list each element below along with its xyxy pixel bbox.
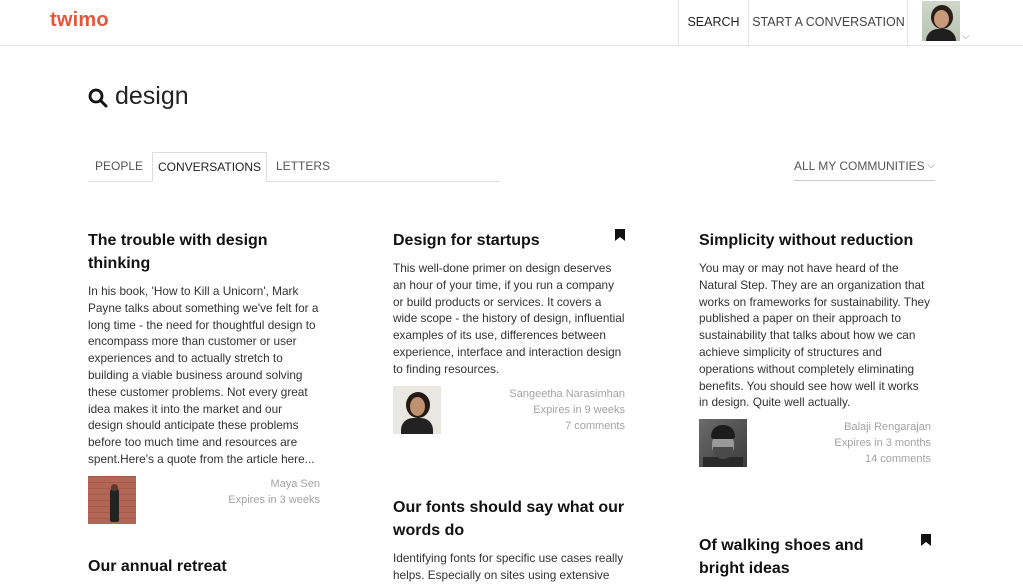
top-header: twimo SEARCH START A CONVERSATION ⌵ (0, 0, 1023, 46)
card-excerpt: This well-done primer on design deserves… (393, 261, 625, 376)
card-title[interactable]: Design for startups (393, 229, 625, 252)
bookmark-icon[interactable] (921, 534, 931, 546)
search-icon (88, 88, 108, 108)
card-title[interactable]: Simplicity without reduction (699, 229, 931, 252)
comments-count[interactable]: 14 comments (834, 451, 931, 467)
author-avatar[interactable] (699, 419, 747, 468)
communities-label: ALL MY COMMUNITIES (794, 159, 925, 173)
comments-count[interactable]: 7 comments (509, 418, 625, 434)
conversation-card[interactable]: Our annual retreat (88, 555, 320, 578)
avatar[interactable] (922, 1, 960, 41)
tab-people[interactable]: PEOPLE (88, 152, 150, 182)
card-excerpt: Identifying fonts for specific use cases… (393, 551, 624, 585)
start-conversation-button[interactable]: START A CONVERSATION (748, 0, 908, 46)
conversation-card[interactable]: Our fonts should say what our words do I… (393, 496, 625, 585)
chevron-down-icon: ⌵ (927, 160, 935, 171)
conversation-card[interactable]: Simplicity without reduction You may or … (699, 229, 931, 469)
expiry-text: Expires in 3 months (834, 437, 931, 450)
author-name[interactable]: Maya Sen (228, 476, 320, 492)
expiry-text: Expires in 3 weeks (228, 493, 320, 506)
twimo-logo[interactable]: twimo (50, 9, 109, 32)
profile-menu[interactable]: ⌵ (907, 0, 970, 46)
card-title[interactable]: Our fonts should say what our words do (393, 496, 625, 542)
expiry-text: Expires in 9 weeks (533, 403, 625, 416)
card-title[interactable]: Our annual retreat (88, 555, 320, 578)
card-meta: Maya Sen Expires in 3 weeks (88, 475, 320, 526)
author-name[interactable]: Balaji Rengarajan (834, 419, 931, 435)
card-excerpt: In his book, 'How to Kill a Unicorn', Ma… (88, 284, 319, 466)
tab-letters[interactable]: LETTERS (270, 152, 336, 182)
result-tabs: PEOPLE CONVERSATIONS LETTERS (88, 152, 500, 182)
chevron-down-icon[interactable]: ⌵ (962, 15, 970, 59)
search-term: design (115, 82, 189, 110)
card-title[interactable]: Of walking shoes and bright ideas (699, 534, 931, 580)
author-avatar[interactable] (393, 385, 441, 434)
conversation-card[interactable]: Design for startups This well-done prime… (393, 229, 625, 436)
tab-conversations[interactable]: CONVERSATIONS (152, 152, 267, 182)
card-title[interactable]: The trouble with design thinking (88, 229, 320, 275)
communities-dropdown[interactable]: ALL MY COMMUNITIES ⌵ (794, 152, 935, 181)
card-excerpt: You may or may not have heard of the Nat… (699, 261, 930, 410)
conversation-card[interactable]: Of walking shoes and bright ideas (699, 534, 931, 580)
card-meta: Balaji Rengarajan Expires in 3 months 14… (699, 419, 931, 469)
author-name[interactable]: Sangeetha Narasimhan (509, 386, 625, 402)
card-meta: Sangeetha Narasimhan Expires in 9 weeks … (393, 385, 625, 436)
bookmark-icon[interactable] (615, 229, 625, 241)
search-nav-button[interactable]: SEARCH (678, 0, 748, 46)
conversation-card[interactable]: The trouble with design thinking In his … (88, 229, 320, 526)
author-avatar[interactable] (88, 475, 136, 524)
